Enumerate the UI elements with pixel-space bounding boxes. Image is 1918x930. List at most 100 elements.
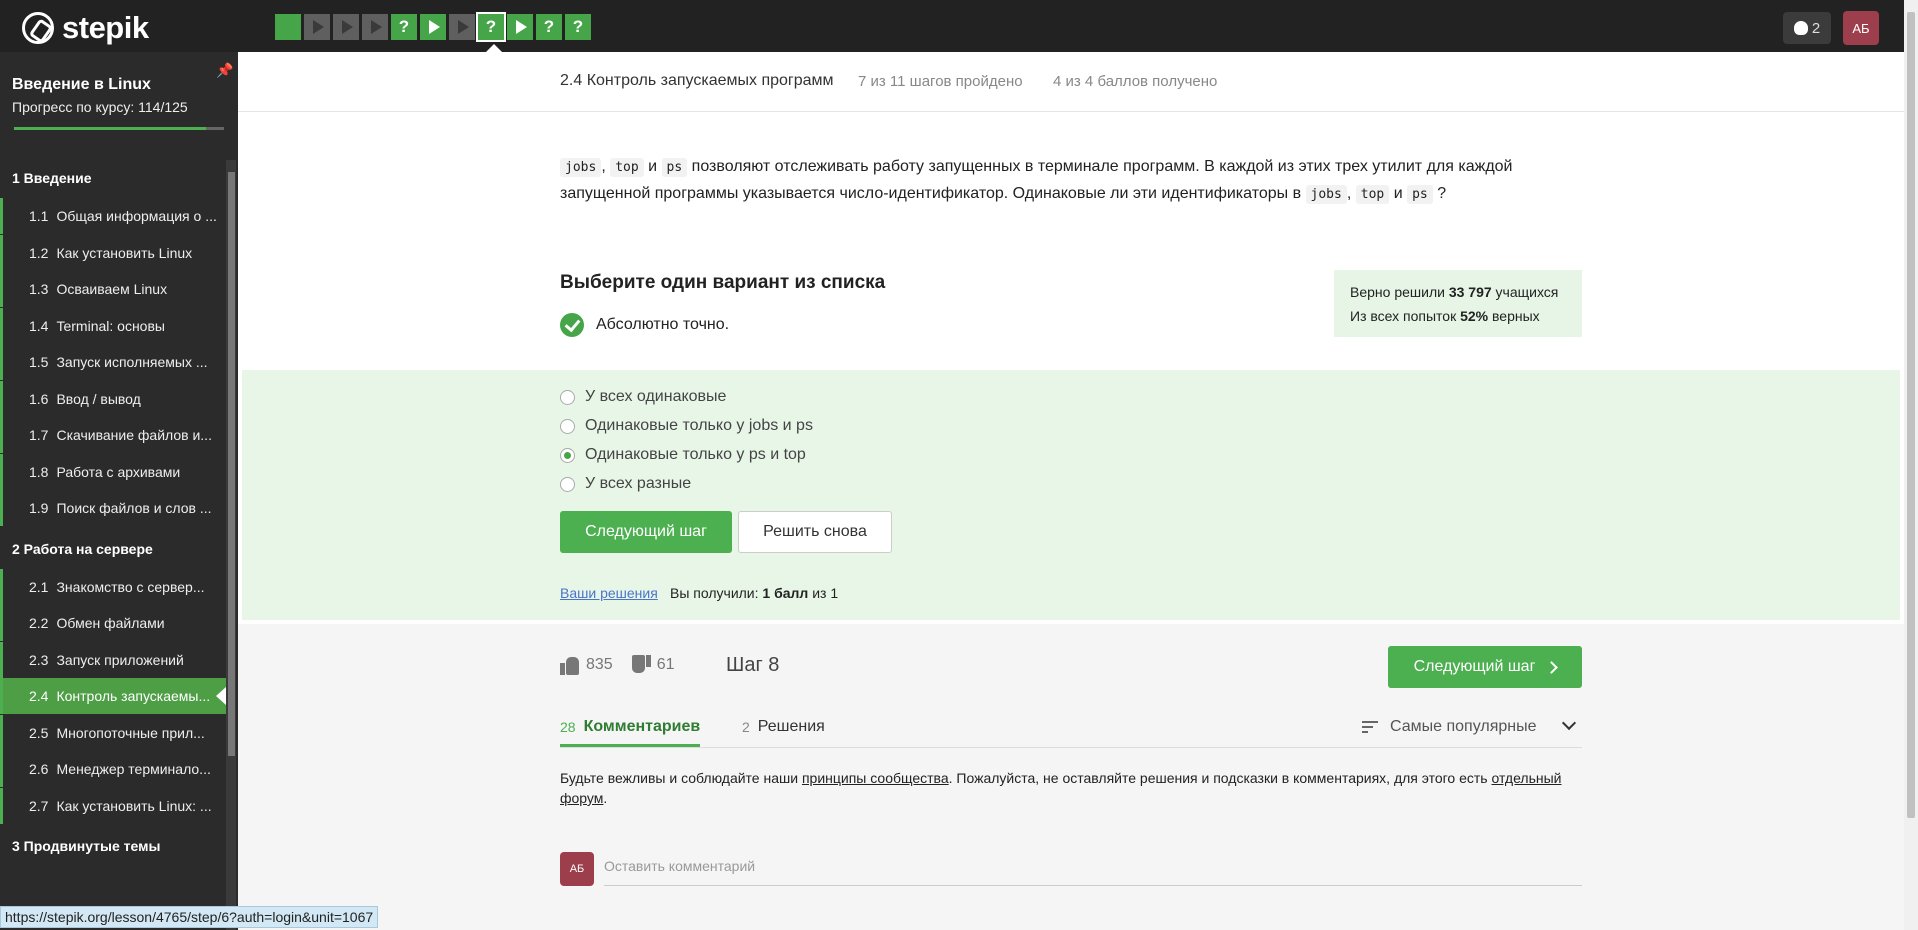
lesson-title: Запуск исполняемых ... (56, 354, 208, 370)
course-title[interactable]: Введение в Linux (12, 76, 151, 94)
likes-count: 835 (586, 656, 613, 673)
check-circle-icon (560, 313, 584, 337)
next-step-button-footer[interactable]: Следующий шаг (1388, 646, 1582, 688)
sidebar-item-lesson-2-2[interactable]: 2.2 Обмен файлами (0, 605, 226, 641)
sidebar-item-lesson-1-5[interactable]: 1.5 Запуск исполняемых ... (0, 344, 226, 380)
sidebar-item-lesson-1-3[interactable]: 1.3 Осваиваем Linux (0, 271, 226, 307)
conjunction: и (648, 158, 658, 175)
reactions: 835 61 (560, 655, 675, 675)
play-icon (341, 20, 353, 34)
thumbs-down-icon[interactable] (631, 655, 651, 675)
lesson-title: Как установить Linux (56, 244, 193, 261)
sidebar-item-lesson-1-9[interactable]: 1.9 Поиск файлов и слов ... (0, 490, 226, 526)
step-1-square[interactable] (275, 14, 301, 40)
sidebar-item-lesson-2-7[interactable]: 2.7 Как установить Linux: ... (0, 787, 226, 824)
thumbs-up-icon[interactable] (560, 655, 580, 675)
radio-button[interactable] (560, 389, 575, 405)
step-6-play[interactable] (420, 14, 446, 40)
radio-button[interactable] (560, 476, 575, 492)
lesson-title: Общая информация о ... (56, 208, 217, 224)
sidebar-item-lesson-1-8[interactable]: 1.8 Работа с архивами (0, 453, 226, 490)
lesson-title: Скачивание файлов и... (56, 427, 212, 443)
notifications-count: 2 (1811, 19, 1821, 37)
retry-button[interactable]: Решить снова (738, 511, 892, 553)
sidebar-item-lesson-2-6[interactable]: 2.6 Менеджер терминало... (0, 751, 226, 787)
sidebar-item-lesson-2-3[interactable]: 2.3 Запуск приложений (0, 641, 226, 678)
step-7-play[interactable] (449, 14, 475, 40)
lesson-number: 1.4 (29, 317, 49, 334)
step-9-play[interactable] (507, 14, 533, 40)
sidebar-scrollbar[interactable] (226, 160, 236, 930)
lesson-number: 2.2 (29, 615, 49, 631)
tab-solutions[interactable]: 2 Решения (742, 718, 825, 736)
option-label: У всех одинаковые (585, 388, 727, 405)
section-2[interactable]: 2 Работа на сервере (0, 531, 226, 567)
feedback-text: Абсолютно точно. (596, 316, 730, 333)
step-8-quiz[interactable]: ? (476, 12, 506, 42)
next-step-button[interactable]: Следующий шаг (560, 511, 732, 553)
sidebar-item-lesson-2-4[interactable]: 2.4 Контроль запускаемы... (0, 678, 226, 714)
status-bar-url: https://stepik.org/lesson/4765/step/6?au… (0, 906, 379, 928)
play-icon (428, 20, 440, 34)
code-top: top (1355, 185, 1390, 204)
tab-label: Решения (757, 718, 825, 735)
lesson-number: 2.7 (29, 797, 49, 814)
sidebar-item-lesson-1-4[interactable]: 1.4 Terminal: основы (0, 307, 226, 344)
radio-button[interactable] (560, 447, 575, 463)
radio-button[interactable] (560, 418, 575, 434)
top-navbar: stepik ???? 2 АБ (0, 0, 1904, 52)
step-11-quiz[interactable]: ? (565, 14, 591, 40)
tab-label: Комментариев (583, 718, 701, 735)
sidebar-item-lesson-1-6[interactable]: 1.6 Ввод / вывод (0, 380, 226, 417)
course-sidebar: Введение в Linux 📌 Прогресс по курсу: 11… (0, 52, 238, 930)
sort-dropdown[interactable]: Самые популярные (1362, 718, 1536, 736)
user-avatar[interactable]: АБ (1843, 11, 1879, 45)
lesson-number: 1.5 (29, 354, 49, 370)
sidebar-item-lesson-1-7[interactable]: 1.7 Скачивание файлов и... (0, 417, 226, 453)
step-5-quiz[interactable]: ? (391, 14, 417, 40)
lesson-title: 2.4 Контроль запускаемых программ (560, 72, 834, 89)
lesson-title: Менеджер терминало... (56, 761, 211, 777)
sidebar-item-lesson-1-2[interactable]: 1.2 Как установить Linux (0, 234, 226, 271)
section-3[interactable]: 3 Продвинутые темы (0, 828, 226, 864)
step-2-play[interactable] (304, 14, 330, 40)
separator: , (601, 158, 606, 175)
lesson-number: 1.9 (29, 500, 49, 516)
section-1[interactable]: 1 Введение (0, 160, 226, 196)
answer-option-4[interactable]: У всех разные (560, 475, 691, 493)
score-text: Вы получили: 1 балл из 1 (670, 585, 838, 601)
choose-one-heading: Выберите один вариант из списка (560, 272, 886, 293)
step-4-play[interactable] (362, 14, 388, 40)
lesson-title: Terminal: основы (56, 317, 165, 334)
stats-text: Верно решили (1350, 284, 1445, 300)
sort-label: Самые популярные (1390, 718, 1537, 735)
answer-option-3[interactable]: Одинаковые только у ps и top (560, 446, 806, 464)
your-solutions-link[interactable]: Ваши решения (560, 585, 658, 601)
comment-avatar: АБ (560, 852, 594, 886)
answer-option-1[interactable]: У всех одинаковые (560, 388, 726, 406)
sidebar-item-lesson-2-5[interactable]: 2.5 Многопоточные прил... (0, 714, 226, 751)
rules-text: . (603, 790, 608, 806)
page-scrollbar-thumb[interactable] (1907, 12, 1915, 818)
stepik-logo[interactable]: stepik (22, 10, 149, 46)
pin-icon[interactable]: 📌 (216, 62, 233, 78)
tab-comments[interactable]: 28 Комментариев (560, 718, 701, 747)
lesson-number: 1.7 (29, 427, 49, 443)
answer-option-2[interactable]: Одинаковые только у jobs и ps (560, 417, 813, 435)
notifications-button[interactable]: 2 (1783, 12, 1831, 44)
lesson-title: Ввод / вывод (56, 390, 141, 407)
community-principles-link[interactable]: принципы сообщества (802, 770, 949, 786)
page-scrollbar[interactable] (1904, 0, 1918, 930)
step-3-play[interactable] (333, 14, 359, 40)
lesson-number: 1.2 (29, 244, 49, 261)
stats-solved: Верно решили 33 797 учащихся (1350, 280, 1566, 304)
comment-input[interactable]: Оставить комментарий (604, 854, 1582, 886)
question-mark: ? (1437, 185, 1447, 202)
steps-passed: 7 из 11 шагов пройдено (858, 73, 1023, 90)
sidebar-scrollbar-thumb[interactable] (228, 172, 235, 756)
lesson-title: Многопоточные прил... (56, 724, 205, 741)
sidebar-item-lesson-1-1[interactable]: 1.1 Общая информация о ... (0, 198, 226, 234)
step-10-quiz[interactable]: ? (536, 14, 562, 40)
lesson-number: 1.6 (29, 390, 49, 407)
sidebar-item-lesson-2-1[interactable]: 2.1 Знакомство с сервер... (0, 568, 226, 605)
